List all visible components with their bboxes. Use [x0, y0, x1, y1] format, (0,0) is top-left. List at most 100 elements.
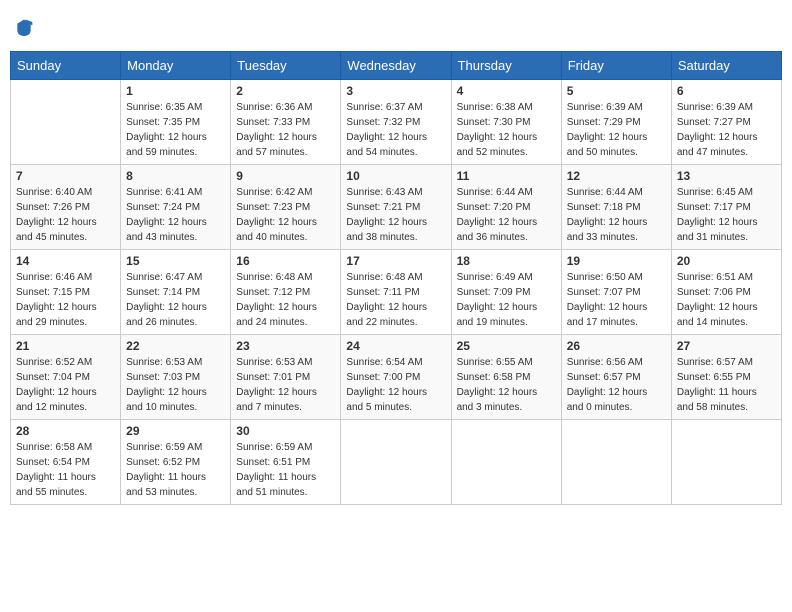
day-number: 22	[126, 339, 225, 353]
day-number: 24	[346, 339, 445, 353]
day-cell: 19 Sunrise: 6:50 AM Sunset: 7:07 PM Dayli…	[561, 250, 671, 335]
day-cell: 1 Sunrise: 6:35 AM Sunset: 7:35 PM Daylig…	[121, 80, 231, 165]
day-number: 12	[567, 169, 666, 183]
day-info: Sunrise: 6:47 AM Sunset: 7:14 PM Dayligh…	[126, 270, 225, 330]
day-number: 28	[16, 424, 115, 438]
day-info: Sunrise: 6:45 AM Sunset: 7:17 PM Dayligh…	[677, 185, 776, 245]
day-cell: 14 Sunrise: 6:46 AM Sunset: 7:15 PM Dayli…	[11, 250, 121, 335]
day-info: Sunrise: 6:52 AM Sunset: 7:04 PM Dayligh…	[16, 355, 115, 415]
day-number: 26	[567, 339, 666, 353]
day-info: Sunrise: 6:42 AM Sunset: 7:23 PM Dayligh…	[236, 185, 335, 245]
day-info: Sunrise: 6:50 AM Sunset: 7:07 PM Dayligh…	[567, 270, 666, 330]
day-info: Sunrise: 6:51 AM Sunset: 7:06 PM Dayligh…	[677, 270, 776, 330]
day-number: 7	[16, 169, 115, 183]
week-row-2: 14 Sunrise: 6:46 AM Sunset: 7:15 PM Dayli…	[11, 250, 782, 335]
day-info: Sunrise: 6:46 AM Sunset: 7:15 PM Dayligh…	[16, 270, 115, 330]
day-info: Sunrise: 6:39 AM Sunset: 7:27 PM Dayligh…	[677, 100, 776, 160]
day-number: 10	[346, 169, 445, 183]
day-number: 4	[457, 84, 556, 98]
day-info: Sunrise: 6:58 AM Sunset: 6:54 PM Dayligh…	[16, 440, 115, 500]
day-number: 20	[677, 254, 776, 268]
calendar: SundayMondayTuesdayWednesdayThursdayFrid…	[10, 51, 782, 505]
week-row-0: 1 Sunrise: 6:35 AM Sunset: 7:35 PM Daylig…	[11, 80, 782, 165]
day-cell: 5 Sunrise: 6:39 AM Sunset: 7:29 PM Daylig…	[561, 80, 671, 165]
day-info: Sunrise: 6:59 AM Sunset: 6:51 PM Dayligh…	[236, 440, 335, 500]
day-cell: 29Sunrise: 6:59 AM Sunset: 6:52 PM Dayli…	[121, 420, 231, 505]
weekday-header-thursday: Thursday	[451, 52, 561, 80]
day-info: Sunrise: 6:57 AM Sunset: 6:55 PM Dayligh…	[677, 355, 776, 415]
weekday-header-tuesday: Tuesday	[231, 52, 341, 80]
day-info: Sunrise: 6:44 AM Sunset: 7:18 PM Dayligh…	[567, 185, 666, 245]
day-cell: 23 Sunrise: 6:53 AM Sunset: 7:01 PM Dayli…	[231, 335, 341, 420]
day-cell: 21 Sunrise: 6:52 AM Sunset: 7:04 PM Dayli…	[11, 335, 121, 420]
day-cell	[341, 420, 451, 505]
day-info: Sunrise: 6:39 AM Sunset: 7:29 PM Dayligh…	[567, 100, 666, 160]
day-cell: 25 Sunrise: 6:55 AM Sunset: 6:58 PM Dayli…	[451, 335, 561, 420]
day-cell: 9 Sunrise: 6:42 AM Sunset: 7:23 PM Daylig…	[231, 165, 341, 250]
day-number: 23	[236, 339, 335, 353]
day-info: Sunrise: 6:53 AM Sunset: 7:03 PM Dayligh…	[126, 355, 225, 415]
day-number: 1	[126, 84, 225, 98]
day-cell: 2 Sunrise: 6:36 AM Sunset: 7:33 PM Daylig…	[231, 80, 341, 165]
weekday-header-friday: Friday	[561, 52, 671, 80]
day-info: Sunrise: 6:40 AM Sunset: 7:26 PM Dayligh…	[16, 185, 115, 245]
logo	[14, 16, 36, 37]
day-number: 6	[677, 84, 776, 98]
day-cell: 8 Sunrise: 6:41 AM Sunset: 7:24 PM Daylig…	[121, 165, 231, 250]
day-cell: 20 Sunrise: 6:51 AM Sunset: 7:06 PM Dayli…	[671, 250, 781, 335]
day-number: 16	[236, 254, 335, 268]
day-cell: 13 Sunrise: 6:45 AM Sunset: 7:17 PM Dayli…	[671, 165, 781, 250]
day-cell: 7 Sunrise: 6:40 AM Sunset: 7:26 PM Daylig…	[11, 165, 121, 250]
day-cell: 4Sunrise: 6:38 AM Sunset: 7:30 PM Daylig…	[451, 80, 561, 165]
day-cell	[561, 420, 671, 505]
day-cell	[11, 80, 121, 165]
day-number: 17	[346, 254, 445, 268]
week-row-3: 21 Sunrise: 6:52 AM Sunset: 7:04 PM Dayli…	[11, 335, 782, 420]
day-number: 8	[126, 169, 225, 183]
weekday-header-row: SundayMondayTuesdayWednesdayThursdayFrid…	[11, 52, 782, 80]
day-info: Sunrise: 6:56 AM Sunset: 6:57 PM Dayligh…	[567, 355, 666, 415]
day-cell: 28 Sunrise: 6:58 AM Sunset: 6:54 PM Dayli…	[11, 420, 121, 505]
weekday-header-saturday: Saturday	[671, 52, 781, 80]
day-number: 2	[236, 84, 335, 98]
day-number: 25	[457, 339, 556, 353]
day-info: Sunrise: 6:53 AM Sunset: 7:01 PM Dayligh…	[236, 355, 335, 415]
day-cell: 18Sunrise: 6:49 AM Sunset: 7:09 PM Dayli…	[451, 250, 561, 335]
weekday-header-monday: Monday	[121, 52, 231, 80]
day-cell: 3 Sunrise: 6:37 AM Sunset: 7:32 PM Daylig…	[341, 80, 451, 165]
day-info: Sunrise: 6:41 AM Sunset: 7:24 PM Dayligh…	[126, 185, 225, 245]
day-cell: 22 Sunrise: 6:53 AM Sunset: 7:03 PM Dayli…	[121, 335, 231, 420]
day-cell	[671, 420, 781, 505]
day-cell: 10Sunrise: 6:43 AM Sunset: 7:21 PM Dayli…	[341, 165, 451, 250]
page-header	[10, 10, 782, 43]
day-number: 19	[567, 254, 666, 268]
day-cell: 11Sunrise: 6:44 AM Sunset: 7:20 PM Dayli…	[451, 165, 561, 250]
day-cell: 27 Sunrise: 6:57 AM Sunset: 6:55 PM Dayli…	[671, 335, 781, 420]
day-info: Sunrise: 6:55 AM Sunset: 6:58 PM Dayligh…	[457, 355, 556, 415]
day-cell	[451, 420, 561, 505]
day-info: Sunrise: 6:48 AM Sunset: 7:12 PM Dayligh…	[236, 270, 335, 330]
day-info: Sunrise: 6:35 AM Sunset: 7:35 PM Dayligh…	[126, 100, 225, 160]
day-cell: 12 Sunrise: 6:44 AM Sunset: 7:18 PM Dayli…	[561, 165, 671, 250]
day-number: 21	[16, 339, 115, 353]
day-number: 3	[346, 84, 445, 98]
day-number: 13	[677, 169, 776, 183]
day-number: 9	[236, 169, 335, 183]
day-info: Sunrise: 6:37 AM Sunset: 7:32 PM Dayligh…	[346, 100, 445, 160]
day-cell: 30 Sunrise: 6:59 AM Sunset: 6:51 PM Dayli…	[231, 420, 341, 505]
day-number: 27	[677, 339, 776, 353]
day-cell: 24Sunrise: 6:54 AM Sunset: 7:00 PM Dayli…	[341, 335, 451, 420]
day-info: Sunrise: 6:44 AM Sunset: 7:20 PM Dayligh…	[457, 185, 556, 245]
week-row-1: 7 Sunrise: 6:40 AM Sunset: 7:26 PM Daylig…	[11, 165, 782, 250]
day-info: Sunrise: 6:59 AM Sunset: 6:52 PM Dayligh…	[126, 440, 225, 500]
day-info: Sunrise: 6:36 AM Sunset: 7:33 PM Dayligh…	[236, 100, 335, 160]
week-row-4: 28 Sunrise: 6:58 AM Sunset: 6:54 PM Dayli…	[11, 420, 782, 505]
day-cell: 15 Sunrise: 6:47 AM Sunset: 7:14 PM Dayli…	[121, 250, 231, 335]
day-info: Sunrise: 6:49 AM Sunset: 7:09 PM Dayligh…	[457, 270, 556, 330]
day-number: 30	[236, 424, 335, 438]
day-number: 15	[126, 254, 225, 268]
day-number: 14	[16, 254, 115, 268]
day-number: 5	[567, 84, 666, 98]
day-info: Sunrise: 6:48 AM Sunset: 7:11 PM Dayligh…	[346, 270, 445, 330]
day-cell: 6 Sunrise: 6:39 AM Sunset: 7:27 PM Daylig…	[671, 80, 781, 165]
